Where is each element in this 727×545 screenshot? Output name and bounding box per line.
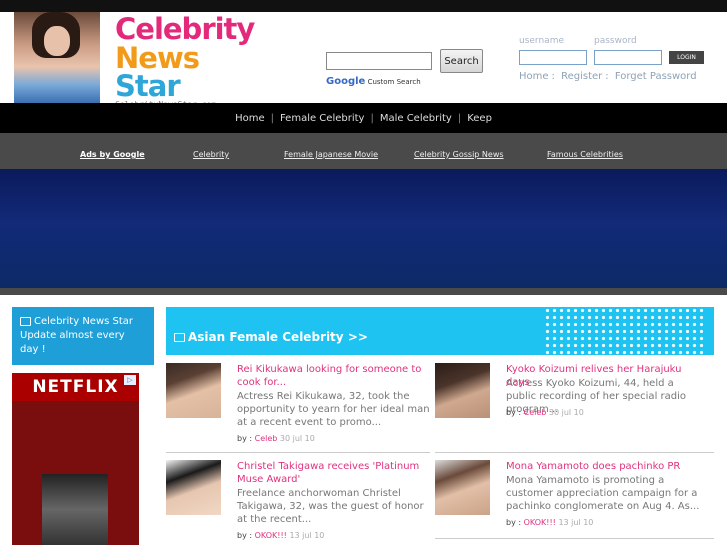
decorative-dots (544, 307, 704, 355)
adchoices-icon[interactable]: ▷ (124, 375, 136, 385)
nav-male-celebrity[interactable]: Male Celebrity (376, 113, 456, 124)
username-field[interactable] (519, 50, 587, 65)
article-thumbnail[interactable] (166, 460, 221, 515)
article-excerpt: Mona Yamamoto is promoting a customer ap… (506, 475, 700, 512)
article-item: Christel Takigawa receives 'Platinum Mus… (166, 460, 436, 545)
password-label: password (594, 36, 637, 46)
logo-line-2: News (115, 41, 200, 75)
nav-separator: | (457, 112, 462, 124)
nav-separator: | (370, 112, 374, 124)
update-notice: Celebrity News Star Update almost every … (12, 307, 154, 365)
by-label: by : (506, 518, 522, 527)
ads-by-google-link[interactable]: Ads by Google (80, 150, 145, 159)
model-face (44, 26, 70, 56)
by-label: by : (237, 531, 253, 540)
section-title-text: Asian Female Celebrity >> (188, 330, 368, 344)
nav-separator: | (270, 112, 274, 124)
section-header: Asian Female Celebrity >> (166, 307, 714, 355)
divider (435, 538, 714, 539)
article-author[interactable]: Celeb (255, 434, 278, 443)
divider (166, 452, 430, 453)
logo-line-1: Celebrity (115, 12, 255, 46)
speech-bubble-icon (20, 316, 31, 326)
ad-link-female-japanese-movie[interactable]: Female Japanese Movie (284, 150, 378, 159)
article-meta: by : OKOK!!! 13 jul 10 (237, 531, 324, 540)
ad-poster-image (42, 474, 108, 545)
account-links: Home: Register: Forget Password (519, 71, 700, 82)
by-label: by : (237, 434, 253, 443)
ad-link-celebrity[interactable]: Celebrity (193, 150, 229, 159)
article-thumbnail[interactable] (166, 363, 221, 418)
nav-female-celebrity[interactable]: Female Celebrity (276, 113, 368, 124)
register-link[interactable]: Register (561, 71, 602, 82)
nav-home[interactable]: Home (231, 113, 269, 124)
article-meta: by : Celeb 30 jul 10 (237, 434, 315, 443)
search-button[interactable]: Search (440, 49, 483, 73)
article-item: Kyoko Koizumi relives her Harajuku days … (435, 363, 705, 453)
article-title[interactable]: Mona Yamamoto does pachinko PR (506, 460, 701, 473)
top-bar (0, 0, 727, 12)
article-title[interactable]: Christel Takigawa receives 'Platinum Mus… (237, 460, 432, 486)
article-thumbnail[interactable] (435, 460, 490, 515)
article-title[interactable]: Rei Kikukawa looking for someone to cook… (237, 363, 432, 389)
account-home-link[interactable]: Home (519, 71, 549, 82)
account-separator: : (605, 71, 609, 82)
search-input[interactable] (326, 52, 432, 70)
article-item: Rei Kikukawa looking for someone to cook… (166, 363, 436, 453)
password-field[interactable] (594, 50, 662, 65)
banner-border (0, 288, 727, 295)
netflix-logo: NETFLIX (12, 373, 139, 401)
banner (0, 169, 727, 288)
google-logo: Google (326, 76, 366, 87)
article-date: 13 jul 10 (558, 518, 594, 527)
article-thumbnail[interactable] (435, 363, 490, 418)
article-date: 13 jul 10 (289, 531, 325, 540)
custom-search-text: Custom Search (367, 78, 421, 86)
account-separator: : (551, 71, 555, 82)
update-notice-text: Celebrity News Star Update almost every … (20, 316, 134, 355)
article-author[interactable]: OKOK!!! (255, 531, 287, 540)
article-author[interactable]: OKOK!!! (524, 518, 556, 527)
header-model-photo (14, 12, 100, 103)
article-meta: by : OKOK!!! 13 jul 10 (506, 518, 593, 527)
section-title[interactable]: Asian Female Celebrity >> (174, 330, 368, 344)
site-logo[interactable]: Celebrity News Star CelebrityNewsStar.co… (115, 14, 255, 109)
article-meta: by : Celeb 30 jul 10 (506, 408, 584, 417)
speech-bubble-icon (174, 333, 185, 342)
ad-link-famous-celebrities[interactable]: Famous Celebrities (547, 150, 623, 159)
logo-line-3: Star (115, 69, 181, 103)
article-item: Mona Yamamoto does pachinko PR Mona Yama… (435, 460, 705, 545)
main-nav: Home | Female Celebrity | Male Celebrity… (0, 103, 727, 133)
article-date: 30 jul 10 (548, 408, 584, 417)
sidebar-ad[interactable]: NETFLIX (12, 373, 139, 545)
divider (435, 452, 714, 453)
ad-link-celebrity-gossip-news[interactable]: Celebrity Gossip News (414, 150, 504, 159)
google-custom-search-label: Google Custom Search (326, 76, 421, 87)
forget-password-link[interactable]: Forget Password (615, 71, 697, 82)
article-author[interactable]: Celeb (524, 408, 547, 417)
by-label: by : (506, 408, 522, 417)
login-button[interactable]: LOGIN (669, 51, 704, 64)
article-excerpt: Actress Rei Kikukawa, 32, took the oppor… (237, 391, 430, 428)
nav-keep[interactable]: Keep (463, 113, 496, 124)
article-date: 30 jul 10 (279, 434, 315, 443)
username-label: username (519, 36, 564, 46)
article-excerpt: Freelance anchorwoman Christel Takigawa,… (237, 488, 424, 525)
